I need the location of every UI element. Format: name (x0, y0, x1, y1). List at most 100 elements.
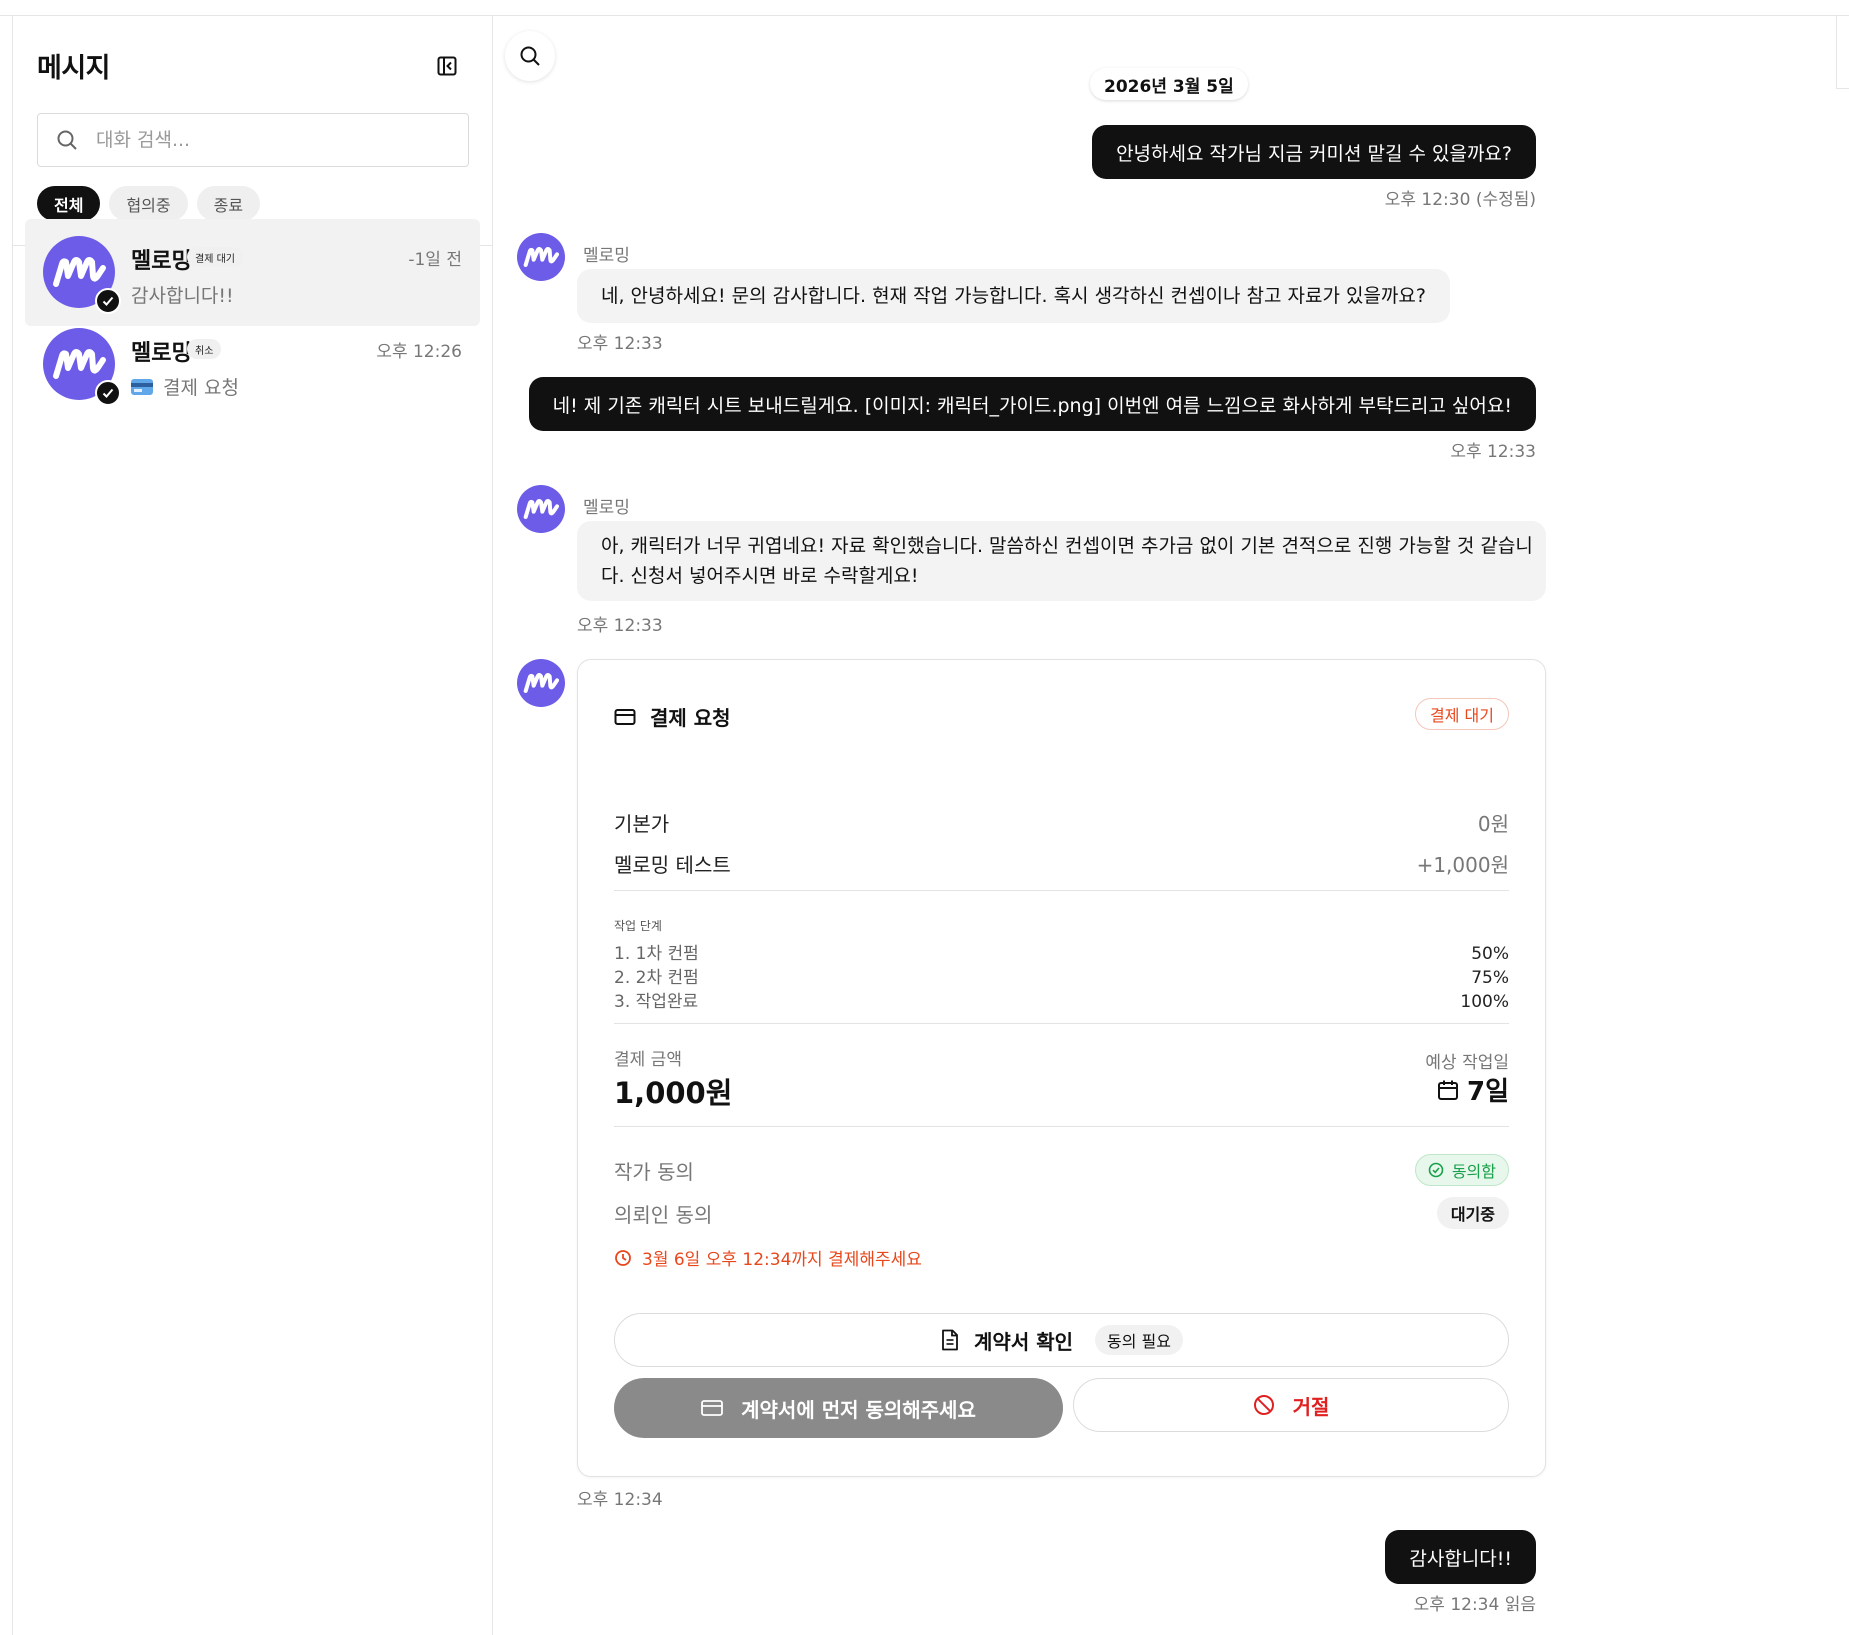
view-contract-button[interactable]: 계약서 확인 동의 필요 (614, 1313, 1509, 1367)
conversation-preview: 감사합니다!! (131, 281, 234, 308)
stage-percent: 75% (1471, 968, 1509, 988)
credit-card-icon (131, 378, 153, 395)
option-label: 멜로밍 테스트 (614, 853, 731, 877)
message-line: 다. 신청서 넣어주시면 바로 수락할게요! (601, 565, 919, 587)
check-circle-icon (1428, 1162, 1444, 1178)
status-badge: 취소 (187, 339, 222, 359)
conversation-item[interactable]: 멜로밍 결제 대기 -1일 전 감사합니다!! (25, 219, 480, 326)
message-line: 아, 캐릭터가 너무 귀엽네요! 자료 확인했습니다. 말씀하신 컨셉이면 추가… (601, 535, 1533, 557)
work-stages-title: 작업 단계 (614, 919, 662, 933)
prohibited-icon (1253, 1395, 1274, 1415)
client-agreement-label: 의뢰인 동의 (614, 1202, 713, 1227)
conversation-search-box (37, 113, 469, 167)
sidebar-collapse-icon (437, 56, 457, 76)
price-row-option: 멜로밍 테스트 +1,000원 (614, 849, 1509, 878)
sender-name: 멜로밍 (583, 246, 630, 266)
base-price-label: 기본가 (614, 812, 670, 836)
incoming-message-bubble: 아, 캐릭터가 너무 귀엽네요! 자료 확인했습니다. 말씀하신 컨셉이면 추가… (577, 521, 1546, 601)
filter-tab-closed[interactable]: 종료 (196, 186, 261, 221)
sender-name: 멜로밍 (583, 498, 630, 518)
status-badge: 결제 대기 (187, 247, 243, 267)
artist-agreement-row: 작가 동의 동의함 (614, 1154, 1509, 1186)
melloming-logo-icon (517, 659, 565, 707)
payment-request-card: 결제 요청 결제 대기 기본가 0원 멜로밍 테스트 +1,000원 작업 단계… (577, 659, 1546, 1477)
reject-button[interactable]: 거절 (1073, 1378, 1509, 1432)
sidebar-title: 메시지 (37, 53, 111, 84)
search-icon (520, 46, 540, 66)
reject-button-label: 거절 (1292, 1394, 1330, 1419)
agreed-text: 동의함 (1451, 1162, 1496, 1181)
clock-icon (615, 1249, 631, 1266)
option-value: +1,000원 (1416, 853, 1509, 877)
pay-button-label: 계약서에 먼저 동의해주세요 (741, 1397, 976, 1422)
collapse-sidebar-button[interactable] (433, 52, 461, 80)
outgoing-message-bubble: 감사합니다!! (1385, 1530, 1536, 1584)
stage-name: 3. 작업완료 (614, 992, 699, 1012)
client-agreement-row: 의뢰인 동의 대기중 (614, 1197, 1509, 1229)
artist-agreement-label: 작가 동의 (614, 1159, 694, 1184)
stage-percent: 100% (1460, 992, 1509, 1012)
avatar (43, 236, 121, 314)
list-item: 1. 1차 컨펌 50% (614, 942, 1509, 966)
divider (614, 1126, 1509, 1127)
estimated-days-value: 7일 (1466, 1077, 1509, 1107)
estimated-days-label: 예상 작업일 (1425, 1053, 1509, 1073)
payment-card-title: 결제 요청 (650, 706, 731, 730)
conversation-preview: 결제 요청 (131, 373, 239, 400)
stage-name: 1. 1차 컨펌 (614, 944, 699, 964)
work-stages-list: 1. 1차 컨펌 50% 2. 2차 컨펌 75% 3. 작업완료 100% (614, 942, 1509, 1014)
deadline-text: 3월 6일 오후 12:34까지 결제해주세요 (642, 1250, 922, 1270)
payment-amount-label: 결제 금액 (614, 1050, 682, 1070)
avatar (43, 328, 121, 406)
filter-tab-negotiating[interactable]: 협의중 (109, 186, 188, 221)
list-item: 3. 작업완료 100% (614, 990, 1509, 1014)
price-row-base: 기본가 0원 (614, 808, 1509, 837)
outgoing-message-bubble: 네! 제 기존 캐릭터 시트 보내드릴게요. [이미지: 캐릭터_가이드.png… (528, 377, 1536, 431)
message-meta: 오후 12:34 읽음 (1413, 1595, 1536, 1615)
divider (614, 1023, 1509, 1024)
message-meta: 오후 12:34 (577, 1490, 663, 1510)
base-price-value: 0원 (1477, 812, 1509, 836)
melloming-logo-icon (517, 233, 565, 281)
payment-deadline: 3월 6일 오후 12:34까지 결제해주세요 (614, 1245, 922, 1270)
preview-text: 감사합니다!! (131, 285, 234, 307)
filter-tabs: 전체 협의중 종료 (37, 186, 261, 221)
conversation-time: 오후 12:26 (376, 342, 462, 362)
message-meta: 오후 12:30 (수정됨) (1384, 190, 1536, 210)
pay-button[interactable]: 계약서에 먼저 동의해주세요 (614, 1378, 1063, 1438)
stage-name: 2. 2차 컨펌 (614, 968, 699, 988)
view-contract-label: 계약서 확인 (974, 1329, 1073, 1354)
divider (614, 890, 1509, 891)
conversation-name: 멜로밍 (131, 341, 192, 366)
calendar-icon (1437, 1080, 1458, 1100)
conversation-item[interactable]: 멜로밍 취소 오후 12:26 결제 요청 (25, 311, 480, 418)
search-icon (56, 128, 80, 152)
agreement-required-chip: 동의 필요 (1095, 1325, 1183, 1355)
verified-check-icon (95, 380, 121, 406)
estimated-days: 7일 (1437, 1071, 1509, 1108)
app-window: 메시지 전체 협의중 종료 (0, 0, 1849, 1635)
date-divider: 2026년 3월 5일 (1090, 68, 1248, 100)
credit-card-icon (701, 1400, 724, 1416)
preview-text: 결제 요청 (163, 377, 239, 399)
melloming-logo-icon (517, 485, 565, 533)
payment-status-badge: 결제 대기 (1415, 698, 1509, 730)
conversation-name: 멜로밍 (131, 249, 192, 274)
waiting-badge: 대기중 (1436, 1197, 1509, 1229)
agreed-badge: 동의함 (1414, 1154, 1509, 1186)
right-edge-divider (1836, 16, 1837, 88)
outgoing-message-bubble: 안녕하세요 작가님 지금 커미션 맡길 수 있을까요? (1092, 125, 1536, 179)
stage-percent: 50% (1471, 944, 1509, 964)
chat-search-button[interactable] (505, 31, 555, 81)
message-meta: 오후 12:33 (577, 334, 663, 354)
chat-panel: 2026년 3월 5일 안녕하세요 작가님 지금 커미션 맡길 수 있을까요? … (493, 16, 1836, 1635)
filter-tab-all[interactable]: 전체 (37, 186, 101, 221)
incoming-message-bubble: 네, 안녕하세요! 문의 감사합니다. 현재 작업 가능합니다. 혹시 생각하신… (577, 269, 1450, 323)
right-edge-divider-tick (1836, 88, 1849, 89)
message-meta: 오후 12:33 (577, 616, 663, 636)
conversation-sidebar: 메시지 전체 협의중 종료 (12, 16, 493, 1635)
list-item: 2. 2차 컨펌 75% (614, 966, 1509, 990)
credit-card-icon (614, 709, 636, 725)
message-meta: 오후 12:33 (1450, 442, 1536, 462)
conversation-search-input[interactable] (96, 129, 456, 151)
